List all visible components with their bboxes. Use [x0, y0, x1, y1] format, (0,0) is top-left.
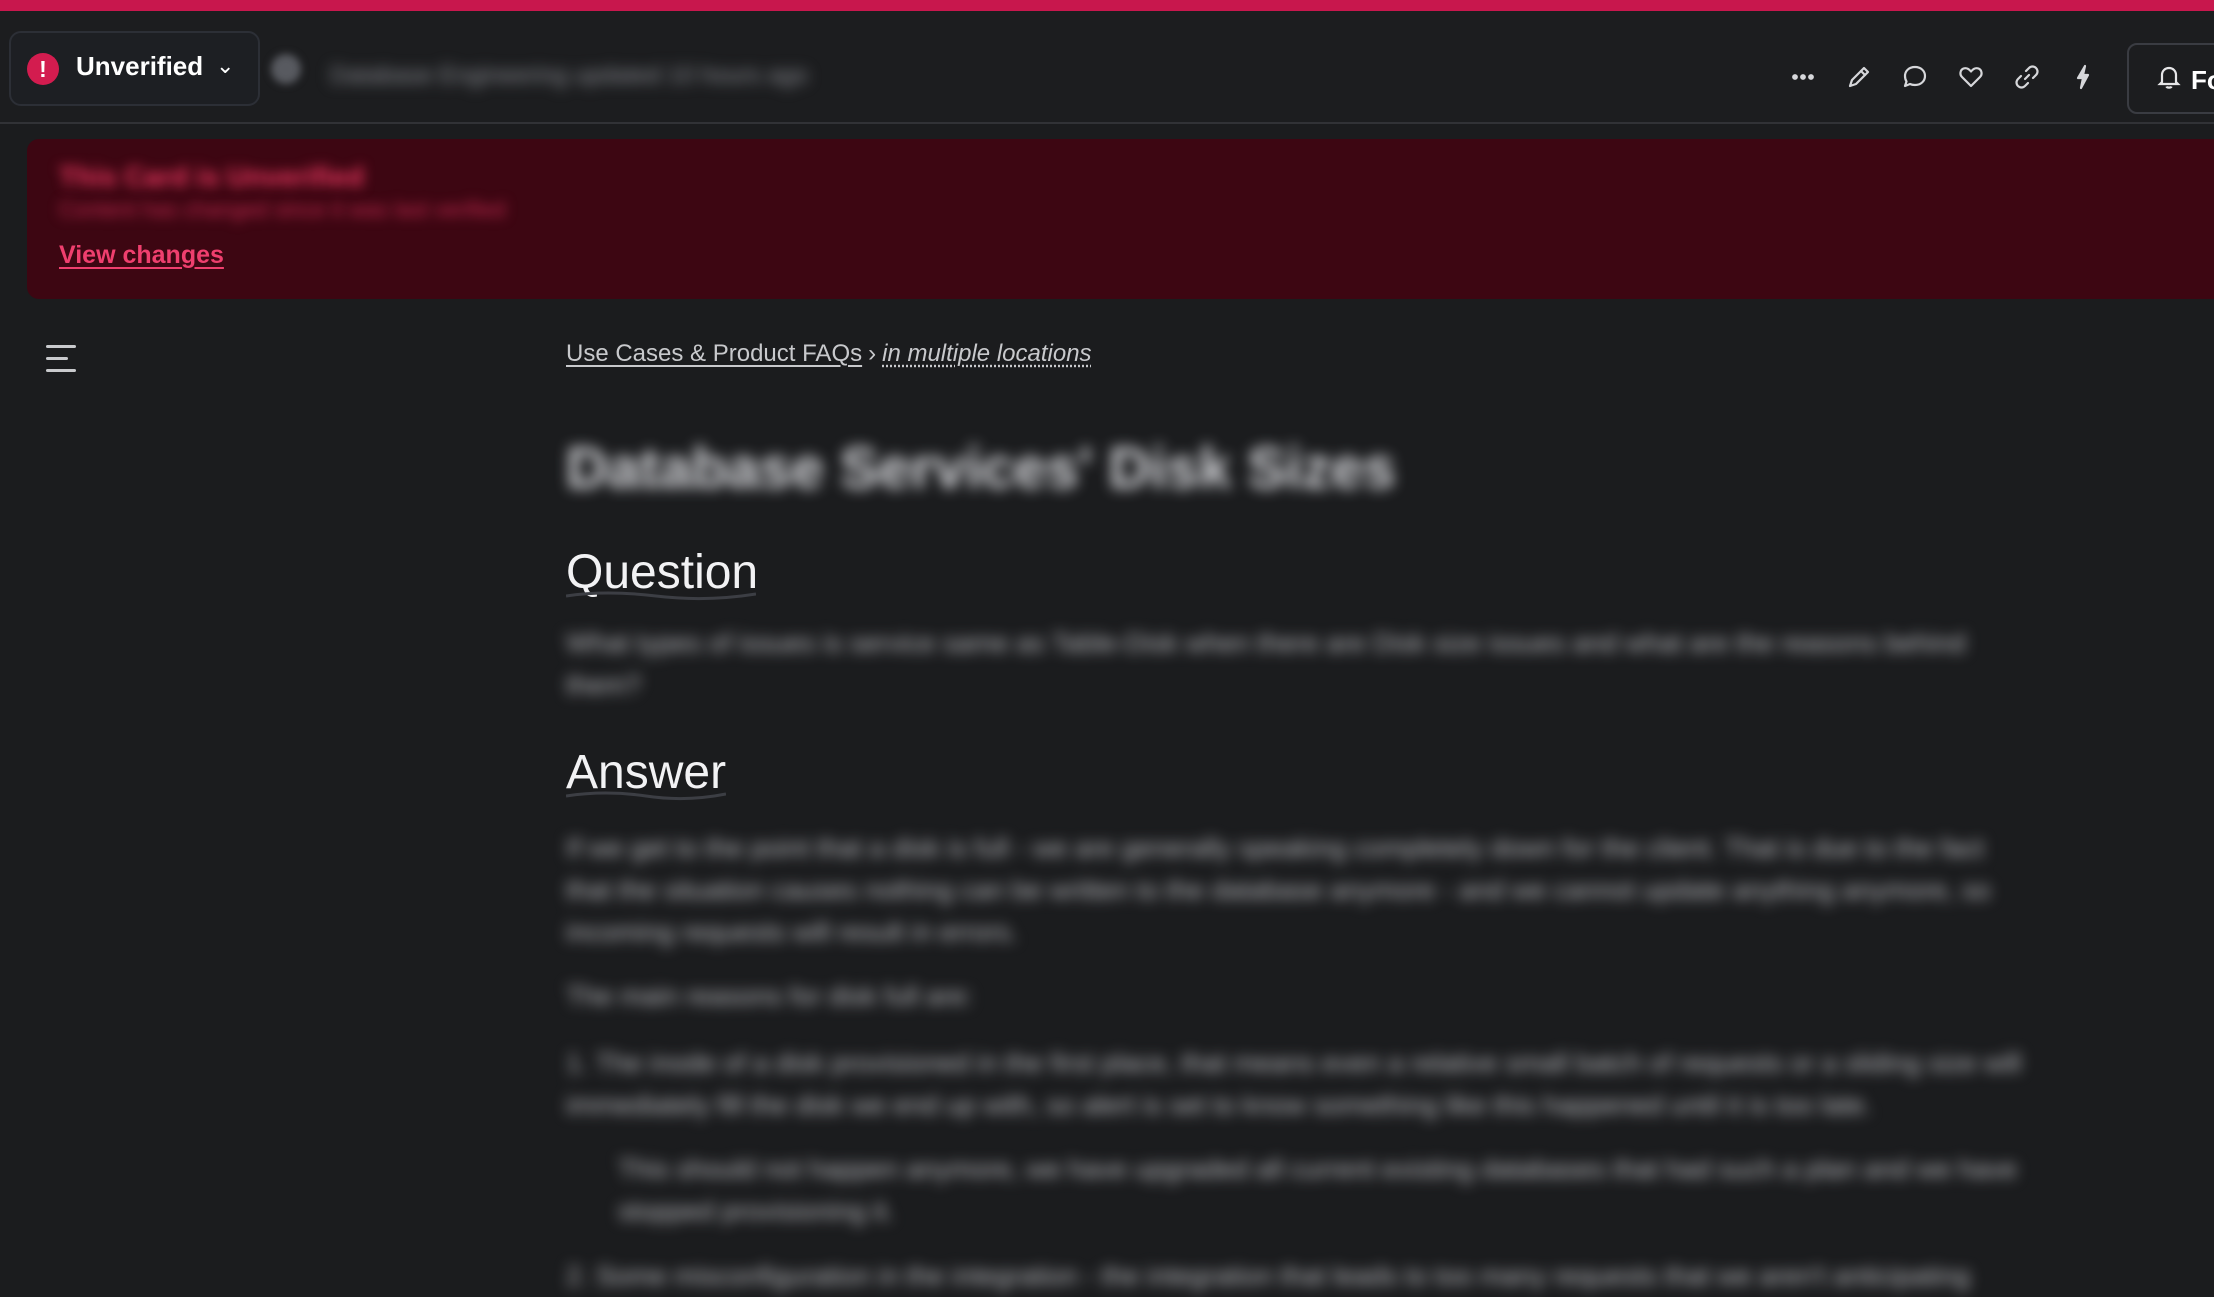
chevron-down-icon: ⌄: [216, 53, 234, 79]
answer-list-item: 2. Some misconfiguration in the integrat…: [566, 1255, 2036, 1297]
heading-underline: [566, 788, 726, 802]
banner-subtitle: Content has changed since it was last ve…: [59, 197, 505, 223]
view-changes-link[interactable]: View changes: [59, 241, 224, 270]
breadcrumb-separator: ›: [868, 340, 876, 367]
page-title: Database Services' Disk Sizes: [566, 435, 1396, 502]
answer-paragraph: If we get to the point that a disk is fu…: [566, 827, 2036, 953]
follow-button[interactable]: Fo: [2127, 43, 2214, 114]
status-label: Unverified: [76, 51, 203, 82]
breadcrumb: Use Cases & Product FAQs › in multiple loc…: [566, 340, 2042, 368]
answer-paragraph: The main reasons for disk full are:: [566, 975, 2036, 1017]
card-content: Use Cases & Product FAQs › in multiple loc…: [566, 340, 2042, 368]
alert-icon: !: [27, 53, 59, 85]
bell-icon: [2155, 63, 2183, 96]
question-text: What types of issues is service same as …: [566, 622, 2036, 706]
banner-title: This Card is Unverified: [59, 161, 364, 193]
follow-label: Fo: [2191, 65, 2214, 96]
verification-status-dropdown[interactable]: ! Unverified ⌄: [9, 31, 260, 106]
comment-icon[interactable]: [1887, 55, 1943, 99]
more-icon[interactable]: [1775, 55, 1831, 99]
accent-line: [0, 0, 2214, 11]
breadcrumb-locations-link[interactable]: in multiple locations: [882, 340, 1091, 367]
avatar[interactable]: [271, 54, 301, 84]
breadcrumb-collection-link[interactable]: Use Cases & Product FAQs: [566, 340, 862, 367]
heading-underline: [566, 588, 756, 602]
lightning-icon[interactable]: [2055, 55, 2111, 99]
link-icon[interactable]: [1999, 55, 2055, 99]
unverified-banner: This Card is Unverified Content has chan…: [27, 139, 2214, 299]
menu-icon[interactable]: [46, 345, 78, 375]
top-bar: ! Unverified ⌄ Database Engineering upda…: [0, 11, 2214, 124]
edit-icon[interactable]: [1831, 55, 1887, 99]
heart-icon[interactable]: [1943, 55, 1999, 99]
card-meta: Database Engineering updated 10 hours ag…: [330, 62, 808, 90]
answer-list-item: 1. The inode of a disk provisioned in th…: [566, 1042, 2036, 1126]
answer-sublist-item: This should not happen anymore, we have …: [618, 1148, 2038, 1232]
